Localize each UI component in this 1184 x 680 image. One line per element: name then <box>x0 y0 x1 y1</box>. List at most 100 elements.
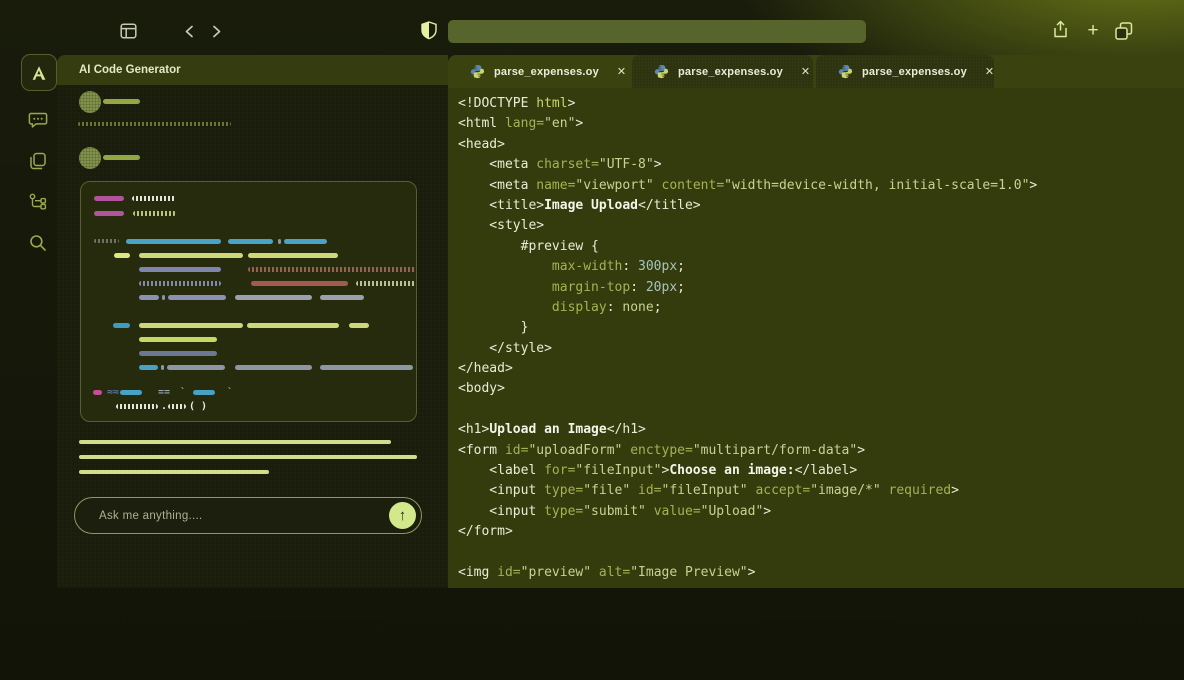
copy-pages-icon[interactable] <box>28 151 48 171</box>
code-line: #preview { <box>458 237 1184 257</box>
skeleton-bar <box>248 267 416 272</box>
address-bar[interactable] <box>448 20 866 43</box>
app-window: + <box>0 0 1184 680</box>
code-line: </head> <box>458 359 1184 379</box>
skeleton-bar <box>320 295 364 300</box>
code-line <box>458 400 1184 420</box>
shield-privacy-icon[interactable] <box>421 21 437 41</box>
code-line: <label for="fileInput">Choose an image:<… <box>458 461 1184 481</box>
code-line: margin-top: 20px; <box>458 278 1184 298</box>
code-line: } <box>458 318 1184 338</box>
code-line: <meta name="viewport" content="width=dev… <box>458 176 1184 196</box>
chat-icon[interactable] <box>28 110 48 130</box>
code-editor[interactable]: <!DOCTYPE html><html lang="en"><head> <m… <box>458 94 1184 588</box>
editor-tab-2[interactable]: parse_expenses.oy✕ <box>632 55 813 88</box>
skeleton-bar <box>94 239 119 243</box>
tab-close-icon[interactable]: ✕ <box>783 65 810 78</box>
skeleton-glyph: == <box>158 388 170 398</box>
tab-label: parse_expenses.oy <box>862 66 967 78</box>
code-line: <input type="file" id="fileInput" accept… <box>458 481 1184 501</box>
browser-topbar: + <box>0 0 1184 47</box>
code-line: <style> <box>458 216 1184 236</box>
skeleton-bar <box>284 239 327 244</box>
python-file-icon <box>470 64 485 79</box>
skeleton-glyph: ` <box>180 388 186 398</box>
send-button[interactable]: ↑ <box>389 502 416 529</box>
skeleton-bar <box>247 323 339 328</box>
skeleton-bar <box>94 211 124 216</box>
skeleton-bar <box>139 281 221 286</box>
skeleton-bar <box>114 253 130 258</box>
skeleton-bar <box>139 267 221 272</box>
skeleton-bar <box>79 440 391 444</box>
skeleton-bar <box>167 365 225 370</box>
code-line: <html lang="en"> <box>458 114 1184 134</box>
python-file-icon <box>654 64 669 79</box>
back-icon[interactable] <box>184 25 194 38</box>
skeleton-bar <box>251 281 348 286</box>
code-line <box>458 543 1184 563</box>
code-line: <body> <box>458 379 1184 399</box>
code-line: <img id="preview" alt="Image Preview"> <box>458 563 1184 583</box>
forward-icon[interactable] <box>212 25 222 38</box>
code-line: <title>Image Upload</title> <box>458 196 1184 216</box>
skeleton-code-block: ≈≈==``.( ) <box>80 181 417 422</box>
python-file-icon <box>838 64 853 79</box>
skeleton-glyph: ≈≈ <box>107 388 119 398</box>
ai-panel-title: AI Code Generator <box>57 55 448 85</box>
skeleton-bar <box>139 337 217 342</box>
layout-panel-icon[interactable] <box>120 23 137 39</box>
skeleton-bar <box>79 470 269 474</box>
skeleton-bar <box>139 323 243 328</box>
skeleton-bar <box>93 390 102 395</box>
skeleton-bar <box>168 295 226 300</box>
prompt-input[interactable] <box>99 498 369 533</box>
skeleton-bar <box>133 211 176 216</box>
skeleton-bar <box>228 239 273 244</box>
skeleton-bar <box>235 295 312 300</box>
flow-graph-icon[interactable] <box>28 192 48 212</box>
window-minimize-dot[interactable] <box>41 27 51 37</box>
skeleton-bar <box>139 351 217 356</box>
app-logo-icon <box>30 64 48 82</box>
code-line: <form id="uploadForm" enctype="multipart… <box>458 441 1184 461</box>
skeleton-bar <box>139 365 158 370</box>
code-line: <head> <box>458 135 1184 155</box>
skeleton-bar <box>278 239 281 244</box>
tab-label: parse_expenses.oy <box>678 66 783 78</box>
code-line: <!DOCTYPE html> <box>458 94 1184 114</box>
skeleton-bar <box>168 404 186 409</box>
code-line: </form> <box>458 522 1184 542</box>
skeleton-bar <box>103 155 140 160</box>
skeleton-bar <box>161 365 164 370</box>
window-close-dot[interactable] <box>21 27 31 37</box>
code-line: <h1>Upload an Image</h1> <box>458 420 1184 440</box>
tab-close-icon[interactable]: ✕ <box>599 65 626 78</box>
skeleton-bar <box>113 323 130 328</box>
new-tab-icon[interactable]: + <box>1083 21 1103 40</box>
skeleton-bar <box>235 365 312 370</box>
editor-tab-1[interactable]: parse_expenses.oy✕ <box>448 55 630 88</box>
skeleton-bar <box>94 196 124 201</box>
skeleton-glyph: ( ) <box>189 402 207 412</box>
ai-panel: AI Code Generator ≈≈==``.( ) ↑ <box>57 55 448 588</box>
skeleton-avatar <box>79 91 101 113</box>
share-icon[interactable] <box>1052 20 1069 39</box>
tabs-overview-icon[interactable] <box>1114 21 1134 41</box>
skeleton-bar <box>193 390 215 395</box>
prompt-input-container: ↑ <box>74 497 422 534</box>
code-line: <input type="submit" value="Upload"> <box>458 502 1184 522</box>
skeleton-bar <box>349 323 369 328</box>
tab-close-icon[interactable]: ✕ <box>967 65 994 78</box>
code-line: <meta charset="UTF-8"> <box>458 155 1184 175</box>
tab-bar: parse_expenses.oy✕parse_expenses.oy✕pars… <box>448 55 1184 88</box>
skeleton-bar <box>116 404 158 409</box>
skeleton-bar <box>132 196 176 201</box>
window-zoom-dot[interactable] <box>61 27 71 37</box>
code-line: display: none; <box>458 298 1184 318</box>
editor-tab-3[interactable]: parse_expenses.oy✕ <box>816 55 994 88</box>
skeleton-bar <box>356 281 416 286</box>
search-icon[interactable] <box>28 233 48 253</box>
skeleton-bar <box>162 295 165 300</box>
app-logo-button[interactable] <box>21 54 57 91</box>
